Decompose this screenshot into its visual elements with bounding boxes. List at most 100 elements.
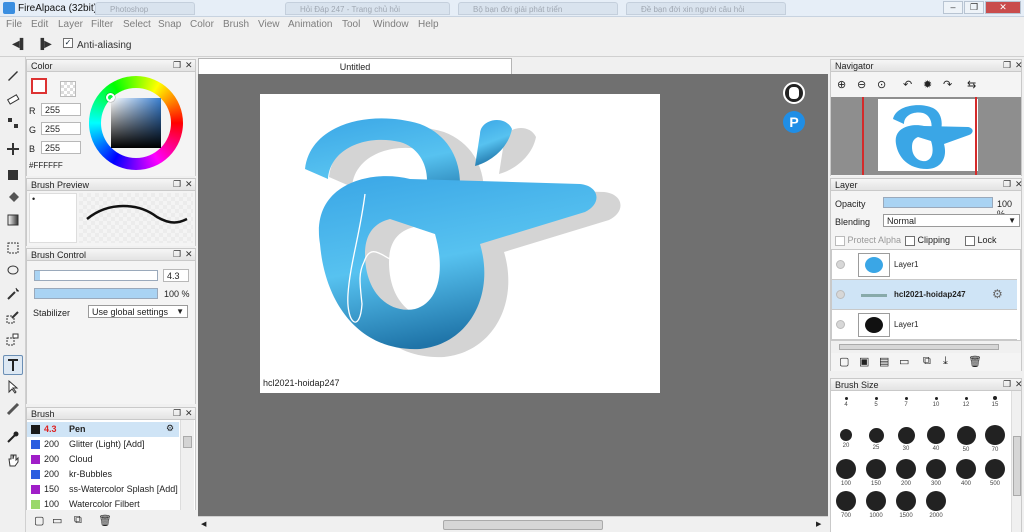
close-icon[interactable]: ✕ [185, 179, 193, 190]
menu-help[interactable]: Help [418, 19, 439, 30]
float-icon[interactable]: ❐ [173, 179, 181, 190]
pixiv-icon[interactable]: P [783, 111, 805, 133]
float-icon[interactable]: ❐ [173, 249, 181, 260]
r-value-field[interactable]: 255 [41, 103, 81, 116]
brush-item[interactable]: 4.3 Pen ⚙ [27, 422, 179, 437]
layer-row[interactable]: Layer1 [832, 250, 1017, 280]
scroll-thumb[interactable] [443, 520, 603, 530]
menu-color[interactable]: Color [190, 19, 214, 30]
anti-aliasing-checkbox[interactable]: ✓ [63, 38, 73, 49]
brush-item[interactable]: 150 ss-Watercolor Splash [Add] [27, 482, 179, 497]
brush-size-dot[interactable] [904, 396, 908, 400]
blur-tool[interactable] [3, 399, 23, 419]
brush-size-dot[interactable] [985, 425, 1005, 445]
brush-size-dot[interactable] [897, 426, 915, 444]
merge-down-icon[interactable]: ⤓ [943, 355, 948, 368]
brush-size-dot[interactable] [836, 491, 856, 511]
brush-size-dot[interactable] [985, 459, 1005, 479]
previous-frame-button[interactable]: ◀▌ [12, 39, 27, 50]
rotate-left-icon[interactable]: ↶ [903, 78, 912, 91]
close-icon[interactable]: ✕ [185, 249, 193, 260]
visibility-icon[interactable] [836, 320, 845, 329]
move-tool[interactable] [3, 139, 23, 159]
brush-list-scrollbar[interactable] [180, 420, 194, 510]
visibility-icon[interactable] [836, 260, 845, 269]
bucket-tool[interactable] [3, 188, 23, 208]
brush-opacity-slider[interactable] [34, 288, 158, 299]
new-brush-icon[interactable]: ▢ [34, 514, 44, 527]
navigator-preview[interactable] [831, 97, 1021, 175]
select-tool[interactable] [3, 238, 23, 258]
menu-brush[interactable]: Brush [223, 19, 249, 30]
brush-size-dot[interactable] [926, 491, 946, 511]
next-frame-button[interactable]: ▐▶ [37, 39, 52, 50]
select-eraser-tool[interactable] [3, 329, 23, 349]
brush-size-dot[interactable] [956, 425, 976, 445]
float-icon[interactable]: ❐ [1003, 60, 1011, 71]
brush-size-field[interactable]: 4.3 [163, 269, 189, 282]
reset-rotation-icon[interactable]: ✹ [923, 78, 932, 91]
canvas-horizontal-scrollbar[interactable]: ◀ ▶ [198, 516, 828, 532]
brush-size-dot[interactable] [866, 459, 886, 479]
brush-size-dot[interactable] [956, 459, 976, 479]
new-8bit-layer-icon[interactable]: ▣ [859, 355, 869, 368]
hand-tool[interactable] [3, 450, 23, 470]
clipping-option[interactable]: Clipping [905, 235, 950, 246]
folder-icon[interactable]: ▭ [899, 355, 909, 368]
b-value-field[interactable]: 255 [41, 141, 81, 154]
gradient-tool[interactable] [3, 210, 23, 230]
saturation-square[interactable] [111, 98, 161, 148]
brush-size-dot[interactable] [896, 491, 916, 511]
float-icon[interactable]: ❐ [1003, 179, 1011, 190]
brush-size-dot[interactable] [866, 491, 886, 511]
scroll-thumb[interactable] [1013, 436, 1021, 496]
text-tool[interactable] [3, 355, 23, 375]
magic-wand-tool[interactable] [3, 284, 23, 304]
menu-view[interactable]: View [258, 19, 280, 30]
lasso-tool[interactable] [3, 261, 23, 281]
minimize-button[interactable]: – [943, 1, 963, 14]
gear-icon[interactable]: ⚙ [992, 287, 1003, 301]
menu-snap[interactable]: Snap [158, 19, 181, 30]
brush-size-dot[interactable] [934, 396, 938, 400]
duplicate-icon[interactable]: ⧉ [74, 514, 82, 527]
layer-row[interactable]: Layer1 [832, 310, 1017, 340]
close-icon[interactable]: ✕ [1015, 179, 1023, 190]
brush-size-dot[interactable] [964, 396, 968, 400]
brush-size-dot[interactable] [927, 426, 945, 444]
brush-size-dot[interactable] [840, 429, 852, 441]
folder-icon[interactable]: ▭ [52, 514, 62, 527]
layer-list-scrollbar[interactable] [831, 341, 1021, 353]
scroll-left-icon[interactable]: ◀ [201, 520, 206, 528]
brush-item[interactable]: 100 Watercolor Filbert [27, 497, 179, 510]
drawing-canvas[interactable]: hcl2021-hoidap247 [260, 94, 660, 393]
brush-item[interactable]: 200 kr-Bubbles [27, 467, 179, 482]
visibility-icon[interactable] [836, 290, 845, 299]
scroll-thumb[interactable] [183, 436, 192, 448]
g-value-field[interactable]: 255 [41, 122, 81, 135]
scroll-thumb[interactable] [839, 344, 999, 350]
close-icon[interactable]: ✕ [185, 408, 193, 419]
menu-layer[interactable]: Layer [58, 19, 83, 30]
eyedropper-tool[interactable] [3, 427, 23, 447]
alpaca-icon[interactable] [783, 82, 805, 104]
brush-size-dot[interactable] [926, 459, 946, 479]
new-layer-icon[interactable]: ▢ [839, 355, 849, 368]
layer-row[interactable]: hcl2021-hoidap247 ⚙ [832, 280, 1017, 310]
float-icon[interactable]: ❐ [173, 60, 181, 71]
select-pen-tool[interactable] [3, 307, 23, 327]
brush-size-dot[interactable] [874, 396, 878, 400]
menu-edit[interactable]: Edit [31, 19, 48, 30]
fill-rect-tool[interactable] [3, 165, 23, 185]
hue-wheel[interactable] [89, 76, 183, 170]
brush-size-dot[interactable] [836, 459, 856, 479]
close-icon[interactable]: ✕ [1015, 60, 1023, 71]
color-picker-handle[interactable] [106, 93, 115, 102]
brush-item[interactable]: 200 Cloud [27, 452, 179, 467]
menu-select[interactable]: Select [123, 19, 151, 30]
pen-tool[interactable] [3, 65, 23, 85]
float-icon[interactable]: ❐ [1003, 379, 1011, 390]
menu-animation[interactable]: Animation [288, 19, 332, 30]
brush-size-dot[interactable] [896, 459, 916, 479]
menu-window[interactable]: Window [373, 19, 409, 30]
